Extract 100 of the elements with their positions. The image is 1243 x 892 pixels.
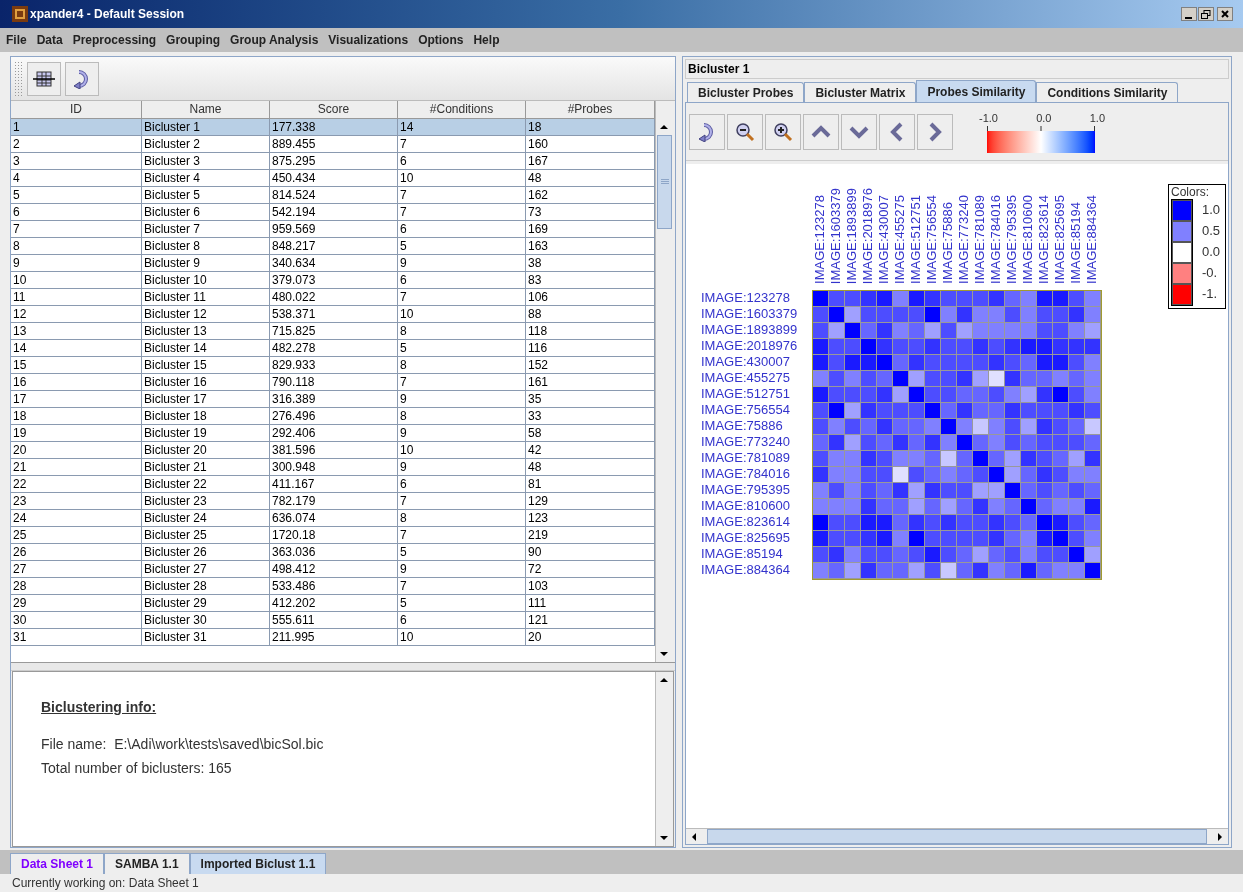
scroll-up-button[interactable] (803, 113, 839, 150)
column-header[interactable]: #Probes (526, 101, 655, 119)
scrollbar-thumb[interactable] (657, 135, 672, 229)
row-label: IMAGE:784016 (701, 466, 791, 482)
table-cell: 10 (398, 629, 526, 646)
scale-tick-label: 0.0 (1036, 110, 1052, 126)
panel-title: Bicluster 1 (685, 59, 1229, 79)
tab[interactable]: Bicluster Matrix (804, 82, 917, 102)
tab[interactable]: Bicluster Probes (687, 82, 805, 102)
menu-item[interactable]: Data (36, 31, 63, 49)
table-row[interactable]: 9 Bicluster 9 340.634 9 38 (11, 255, 655, 272)
table-row[interactable]: 2 Bicluster 2 889.455 7 160 (11, 136, 655, 153)
table-cell: 31 (11, 629, 142, 646)
zoom-in-button[interactable] (765, 113, 801, 150)
column-header[interactable]: Name (142, 101, 270, 119)
menu-item[interactable]: Preprocessing (72, 31, 157, 49)
menu-item[interactable]: Visualizations (328, 31, 409, 49)
table-row[interactable]: 20 Bicluster 20 381.596 10 42 (11, 442, 655, 459)
tab[interactable]: Conditions Similarity (1036, 82, 1179, 102)
restore-icon (1201, 9, 1211, 19)
menu-item[interactable]: File (6, 31, 27, 49)
menu-item[interactable]: Help (473, 31, 500, 49)
column-header[interactable]: ID (11, 101, 142, 119)
vertical-scrollbar[interactable] (655, 101, 673, 662)
sheet-tab[interactable]: SAMBA 1.1 (104, 853, 190, 874)
row-label: IMAGE:430007 (701, 354, 791, 370)
column-header[interactable]: #Conditions (398, 101, 526, 119)
close-icon (1221, 10, 1229, 18)
table-row[interactable]: 5 Bicluster 5 814.524 7 162 (11, 187, 655, 204)
tab[interactable]: Probes Similarity (916, 80, 1037, 102)
table-row[interactable]: 1 Bicluster 1 177.338 14 18 (11, 119, 655, 136)
table-row[interactable]: 23 Bicluster 23 782.179 7 129 (11, 493, 655, 510)
table-row[interactable]: 4 Bicluster 4 450.434 10 48 (11, 170, 655, 187)
table-row[interactable]: 3 Bicluster 3 875.295 6 167 (11, 153, 655, 170)
zoom-in-icon (773, 121, 793, 142)
table-row[interactable]: 19 Bicluster 19 292.406 9 58 (11, 425, 655, 442)
scale-tick-label: -1.0 (979, 110, 998, 126)
zoom-out-button[interactable] (727, 113, 763, 150)
table-row[interactable]: 18 Bicluster 18 276.496 8 33 (11, 408, 655, 425)
column-label: IMAGE:756554 (924, 195, 940, 284)
column-label: IMAGE:823614 (1036, 195, 1052, 284)
minimize-button[interactable] (1181, 7, 1197, 21)
row-label: IMAGE:773240 (701, 434, 791, 450)
legend-label: 0.5 (1202, 223, 1221, 239)
refresh-button[interactable] (65, 61, 99, 96)
vertical-scrollbar[interactable] (655, 672, 673, 846)
menu-item[interactable]: Group Analysis (230, 31, 319, 49)
table-row[interactable]: 31 Bicluster 31 211.995 10 20 (11, 629, 655, 646)
column-label: IMAGE:784016 (988, 195, 1004, 284)
table-row[interactable]: 10 Bicluster 10 379.073 6 83 (11, 272, 655, 289)
table-row[interactable]: 22 Bicluster 22 411.167 6 81 (11, 476, 655, 493)
table-row[interactable]: 25 Bicluster 25 1720.18 7 219 (11, 527, 655, 544)
menu-item[interactable]: Grouping (166, 31, 221, 49)
table-row[interactable]: 14 Bicluster 14 482.278 5 116 (11, 340, 655, 357)
legend-title: Colors: (1171, 185, 1210, 199)
column-label: IMAGE:810600 (1020, 195, 1036, 284)
row-label: IMAGE:810600 (701, 498, 791, 514)
column-header[interactable]: Score (270, 101, 398, 119)
table-row[interactable]: 24 Bicluster 24 636.074 8 123 (11, 510, 655, 527)
column-label: IMAGE:773240 (956, 195, 972, 284)
table-row[interactable]: 11 Bicluster 11 480.022 7 106 (11, 289, 655, 306)
refresh-button[interactable] (689, 113, 725, 150)
row-label: IMAGE:1603379 (701, 306, 799, 322)
table-row[interactable]: 12 Bicluster 12 538.371 10 88 (11, 306, 655, 323)
sheet-tab[interactable]: Imported Biclust 1.1 (189, 853, 327, 874)
table-row[interactable]: 8 Bicluster 8 848.217 5 163 (11, 238, 655, 255)
column-label: IMAGE:75886 (940, 202, 956, 284)
table-tool-button[interactable] (27, 61, 61, 96)
scroll-right-button[interactable] (917, 113, 953, 150)
column-label: IMAGE:430007 (876, 195, 892, 284)
row-label: IMAGE:123278 (701, 290, 791, 306)
table-row[interactable]: 7 Bicluster 7 959.569 6 169 (11, 221, 655, 238)
table-row[interactable]: 13 Bicluster 13 715.825 8 118 (11, 323, 655, 340)
table-row[interactable]: 28 Bicluster 28 533.486 7 103 (11, 578, 655, 595)
grip-lines-icon (660, 179, 669, 185)
scroll-left-button[interactable] (879, 113, 915, 150)
column-label: IMAGE:825695 (1052, 195, 1068, 284)
info-heading: Biclustering info: (41, 698, 158, 717)
column-label: IMAGE:85194 (1068, 202, 1084, 284)
legend-label: -0. (1202, 265, 1218, 281)
table-row[interactable]: 27 Bicluster 27 498.412 9 72 (11, 561, 655, 578)
sheet-tab[interactable]: Data Sheet 1 (10, 853, 105, 874)
table-row[interactable]: 16 Bicluster 16 790.118 7 161 (11, 374, 655, 391)
close-button[interactable] (1217, 7, 1233, 21)
row-label: IMAGE:781089 (701, 450, 791, 466)
table-row[interactable]: 15 Bicluster 15 829.933 8 152 (11, 357, 655, 374)
table-row[interactable]: 17 Bicluster 17 316.389 9 35 (11, 391, 655, 408)
table-row[interactable]: 29 Bicluster 29 412.202 5 111 (11, 595, 655, 612)
menu-item[interactable]: Options (418, 31, 464, 49)
column-label: IMAGE:781089 (972, 195, 988, 284)
column-label: IMAGE:1893899 (844, 187, 860, 284)
table-icon (33, 70, 55, 87)
table-row[interactable]: 21 Bicluster 21 300.948 9 48 (11, 459, 655, 476)
row-label: IMAGE:2018976 (701, 338, 799, 354)
table-row[interactable]: 6 Bicluster 6 542.194 7 73 (11, 204, 655, 221)
table-row[interactable]: 26 Bicluster 26 363.036 5 90 (11, 544, 655, 561)
scroll-down-button[interactable] (841, 113, 877, 150)
legend-label: 1.0 (1202, 202, 1221, 218)
table-row[interactable]: 30 Bicluster 30 555.611 6 121 (11, 612, 655, 629)
restore-button[interactable] (1198, 7, 1214, 21)
